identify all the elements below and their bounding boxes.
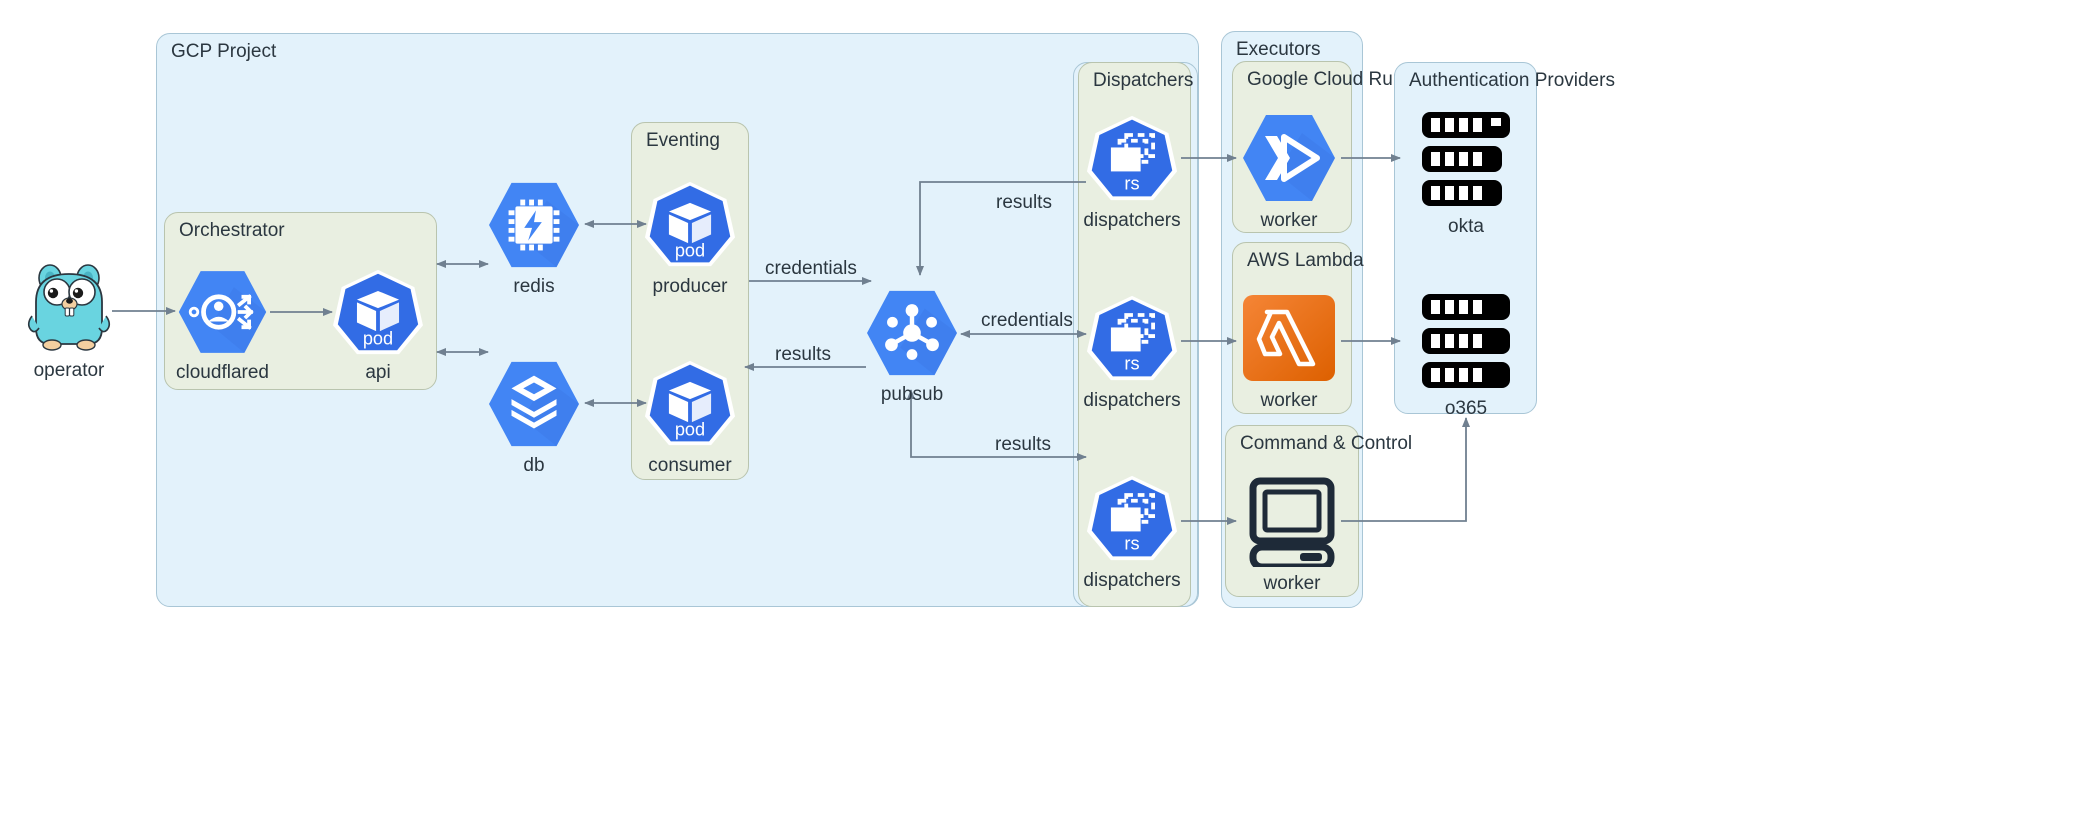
kubernetes-pod-icon: pod: [644, 178, 736, 270]
edge-label-results-dispatchers-3: results: [995, 434, 1051, 456]
kubernetes-pod-icon: pod: [332, 268, 424, 356]
node-redis[interactable]: redis: [485, 180, 583, 298]
group-dispatchers-label: Dispatchers: [1093, 70, 1193, 92]
node-operator-label: operator: [34, 360, 105, 382]
server-rack-icon: [1404, 110, 1528, 210]
group-google-cloud-run-label: Google Cloud Run: [1247, 69, 1403, 91]
edge-label-results-consumer: results: [775, 344, 831, 366]
node-api-label: api: [365, 362, 390, 384]
group-executors-label: Executors: [1236, 39, 1320, 61]
node-worker-lambda[interactable]: worker: [1238, 292, 1340, 412]
node-api-badge: pod: [363, 329, 393, 349]
node-worker-cloudrun[interactable]: worker: [1238, 112, 1340, 232]
node-dispatchers-3-label: dispatchers: [1083, 570, 1180, 592]
go-gopher-icon: [26, 258, 112, 354]
kubernetes-replicaset-icon: rs: [1086, 292, 1178, 384]
kubernetes-replicaset-icon: rs: [1086, 472, 1178, 564]
group-orchestrator-label: Orchestrator: [179, 220, 285, 242]
node-dispatchers-3-badge: rs: [1124, 534, 1139, 554]
node-dispatchers-3[interactable]: rs dispatchers: [1086, 472, 1178, 592]
edge-label-results-dispatchers-1: results: [996, 192, 1052, 214]
group-gcp-project-label: GCP Project: [171, 41, 276, 63]
node-dispatchers-2-label: dispatchers: [1083, 390, 1180, 412]
node-worker-cloudrun-label: worker: [1260, 210, 1317, 232]
node-worker-c2-label: worker: [1263, 573, 1320, 595]
node-dispatchers-2[interactable]: rs dispatchers: [1086, 292, 1178, 412]
group-command-control-label: Command & Control: [1240, 433, 1412, 455]
node-o365-label: o365: [1445, 398, 1487, 420]
server-rack-icon: [1404, 292, 1528, 392]
node-dispatchers-1-label: dispatchers: [1083, 210, 1180, 232]
node-cloudflared[interactable]: cloudflared: [175, 268, 270, 384]
node-db[interactable]: db: [485, 359, 583, 477]
group-aws-lambda-label: AWS Lambda: [1247, 250, 1364, 272]
node-db-label: db: [523, 455, 544, 477]
identity-aware-proxy-icon: [175, 268, 270, 356]
node-worker-lambda-label: worker: [1260, 390, 1317, 412]
node-redis-label: redis: [513, 276, 554, 298]
node-worker-c2[interactable]: worker: [1240, 475, 1344, 595]
architecture-diagram: GCP Project Orchestrator Eventing Dispat…: [0, 0, 2093, 838]
cloud-pubsub-icon: [863, 288, 961, 378]
google-cloud-run-icon: [1238, 112, 1340, 204]
node-pubsub[interactable]: pubsub: [863, 288, 961, 406]
group-eventing-label: Eventing: [646, 130, 720, 152]
node-dispatchers-2-badge: rs: [1124, 354, 1139, 374]
desktop-computer-icon: [1240, 475, 1344, 567]
node-producer[interactable]: pod producer: [644, 178, 736, 298]
node-producer-label: producer: [653, 276, 728, 298]
edge-label-credentials-producer: credentials: [765, 258, 857, 280]
node-producer-badge: pod: [675, 241, 705, 261]
node-consumer-label: consumer: [648, 455, 731, 477]
node-consumer[interactable]: pod consumer: [644, 357, 736, 477]
node-okta-label: okta: [1448, 216, 1484, 238]
memorystore-chip-icon: [485, 180, 583, 270]
cloud-database-icon: [485, 359, 583, 449]
node-cloudflared-label: cloudflared: [176, 362, 269, 384]
kubernetes-replicaset-icon: rs: [1086, 112, 1178, 204]
aws-lambda-icon: [1238, 292, 1340, 384]
node-o365[interactable]: o365: [1404, 292, 1528, 420]
node-pubsub-label: pubsub: [881, 384, 943, 406]
kubernetes-pod-icon: pod: [644, 357, 736, 449]
node-dispatchers-1-badge: rs: [1124, 174, 1139, 194]
group-auth-providers-label: Authentication Providers: [1409, 70, 1615, 92]
node-operator[interactable]: operator: [26, 258, 112, 382]
node-dispatchers-1[interactable]: rs dispatchers: [1086, 112, 1178, 232]
node-api[interactable]: pod api: [332, 268, 424, 384]
node-okta[interactable]: okta: [1404, 110, 1528, 238]
node-consumer-badge: pod: [675, 420, 705, 440]
edge-label-credentials-dispatchers-2: credentials: [981, 310, 1073, 332]
